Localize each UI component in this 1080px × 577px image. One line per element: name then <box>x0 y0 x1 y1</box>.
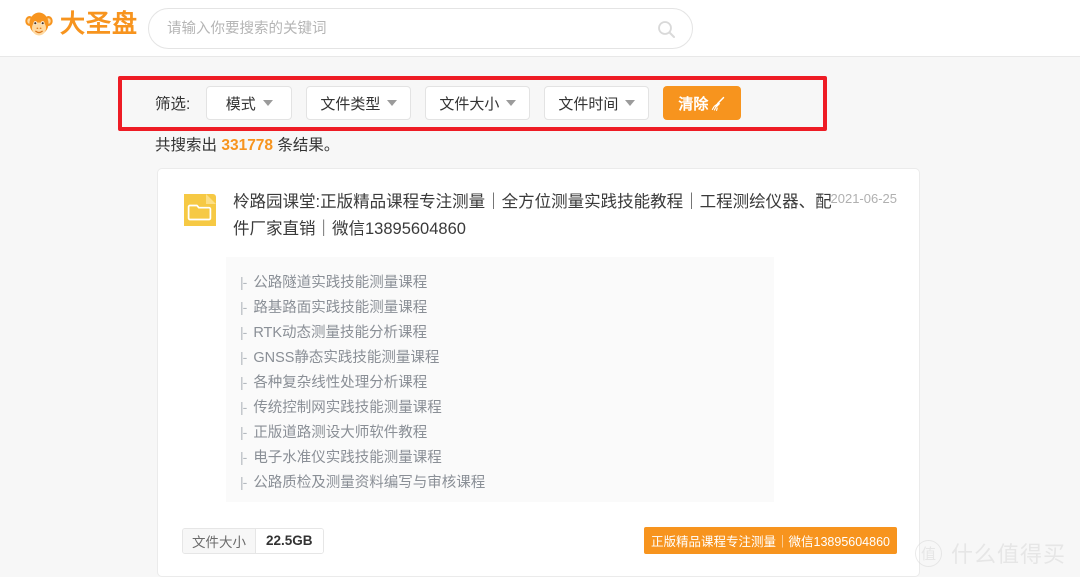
filter-dropdown-mode[interactable]: 模式 <box>206 86 293 120</box>
result-card-footer: 文件大小 22.5GB 正版精品课程专注测量｜微信13895604860 <box>182 527 897 554</box>
list-item-label: 电子水准仪实践技能测量课程 <box>253 450 442 466</box>
tree-branch-icon: |- <box>240 373 247 390</box>
tree-branch-icon: |- <box>240 448 247 465</box>
list-item[interactable]: |- 公路质检及测量资料编写与审核课程 <box>240 469 774 494</box>
file-size-value: 22.5GB <box>256 528 323 553</box>
file-size-label: 文件大小 <box>183 528 256 553</box>
result-count-number: 331778 <box>221 137 274 154</box>
search-box[interactable] <box>148 8 693 49</box>
list-item[interactable]: |- 各种复杂线性处理分析课程 <box>240 369 774 394</box>
site-logo[interactable]: 大圣盘 <box>24 9 138 39</box>
tree-branch-icon: |- <box>240 398 247 415</box>
list-item[interactable]: |- 传统控制网实践技能测量课程 <box>240 394 774 419</box>
search-result-card[interactable]: 柃路园课堂:正版精品课程专注测量｜全方位测量实践技能教程｜工程测绘仪器、配件厂家… <box>157 168 920 577</box>
watermark: 值 什么值得买 <box>914 537 1066 569</box>
list-item-label: GNSS静态实践技能测量课程 <box>253 350 440 366</box>
monkey-face-icon <box>24 9 54 39</box>
list-item[interactable]: |- GNSS静态实践技能测量课程 <box>240 344 774 369</box>
result-count-suffix: 条结果。 <box>277 137 340 154</box>
chevron-down-icon <box>387 100 398 106</box>
search-icon[interactable] <box>656 19 676 39</box>
filter-dropdown-mode-label: 模式 <box>225 95 256 113</box>
tree-branch-icon: |- <box>240 348 247 365</box>
list-item[interactable]: |- 正版道路测设大师软件教程 <box>240 419 774 444</box>
logo-text: 大圣盘 <box>60 10 139 38</box>
file-list: |- 公路隧道实践技能测量课程 |- 路基路面实践技能测量课程 |- RTK动态… <box>226 257 774 502</box>
list-item-label: 公路质检及测量资料编写与审核课程 <box>253 475 486 491</box>
tree-branch-icon: |- <box>240 273 247 290</box>
list-item-label: 公路隧道实践技能测量课程 <box>253 275 428 291</box>
list-item[interactable]: |- 路基路面实践技能测量课程 <box>240 294 774 319</box>
list-item-label: 路基路面实践技能测量课程 <box>253 300 428 316</box>
tree-branch-icon: |- <box>240 323 247 340</box>
watermark-text: 什么值得买 <box>950 542 1066 567</box>
filter-dropdown-filetype[interactable]: 文件类型 <box>306 86 412 120</box>
tree-branch-icon: |- <box>240 298 247 315</box>
result-count-prefix: 共搜索出 <box>155 137 218 154</box>
result-count: 共搜索出 331778 条结果。 <box>155 133 339 155</box>
tree-branch-icon: |- <box>240 473 247 490</box>
filter-dropdown-filesize[interactable]: 文件大小 <box>425 86 531 120</box>
chevron-down-icon <box>506 100 517 106</box>
folder-icon <box>181 191 219 229</box>
result-title[interactable]: 柃路园课堂:正版精品课程专注测量｜全方位测量实践技能教程｜工程测绘仪器、配件厂家… <box>233 189 833 243</box>
list-item-label: 正版道路测设大师软件教程 <box>253 425 428 441</box>
filter-bar: 筛选: 模式 文件类型 文件大小 文件时间 清除 <box>155 86 742 120</box>
filter-dropdown-filetype-label: 文件类型 <box>320 95 381 113</box>
filter-label: 筛选: <box>155 96 191 113</box>
result-date: 2021-06-25 <box>830 191 898 206</box>
chevron-down-icon <box>625 100 636 106</box>
list-item-label: 传统控制网实践技能测量课程 <box>253 400 442 416</box>
clear-filters-label: 清除 <box>678 95 709 113</box>
search-input[interactable] <box>167 9 637 48</box>
tree-branch-icon: |- <box>240 423 247 440</box>
filter-dropdown-filesize-label: 文件大小 <box>439 95 500 113</box>
file-size-tag: 文件大小 22.5GB <box>182 527 324 554</box>
list-item-label: RTK动态测量技能分析课程 <box>253 325 428 341</box>
list-item-label: 各种复杂线性处理分析课程 <box>253 375 428 391</box>
list-item[interactable]: |- RTK动态测量技能分析课程 <box>240 319 774 344</box>
list-item[interactable]: |- 公路隧道实践技能测量课程 <box>240 269 774 294</box>
promo-badge: 正版精品课程专注测量｜微信13895604860 <box>644 527 897 554</box>
chevron-down-icon <box>262 100 273 106</box>
result-card-header: 柃路园课堂:正版精品课程专注测量｜全方位测量实践技能教程｜工程测绘仪器、配件厂家… <box>181 189 899 243</box>
filter-dropdown-filetime[interactable]: 文件时间 <box>544 86 650 120</box>
filter-dropdown-filetime-label: 文件时间 <box>558 95 619 113</box>
site-header: 大圣盘 <box>0 0 1080 57</box>
clear-filters-button[interactable]: 清除 <box>663 86 742 120</box>
list-item[interactable]: |- 电子水准仪实践技能测量课程 <box>240 444 774 469</box>
broom-icon <box>711 96 726 111</box>
